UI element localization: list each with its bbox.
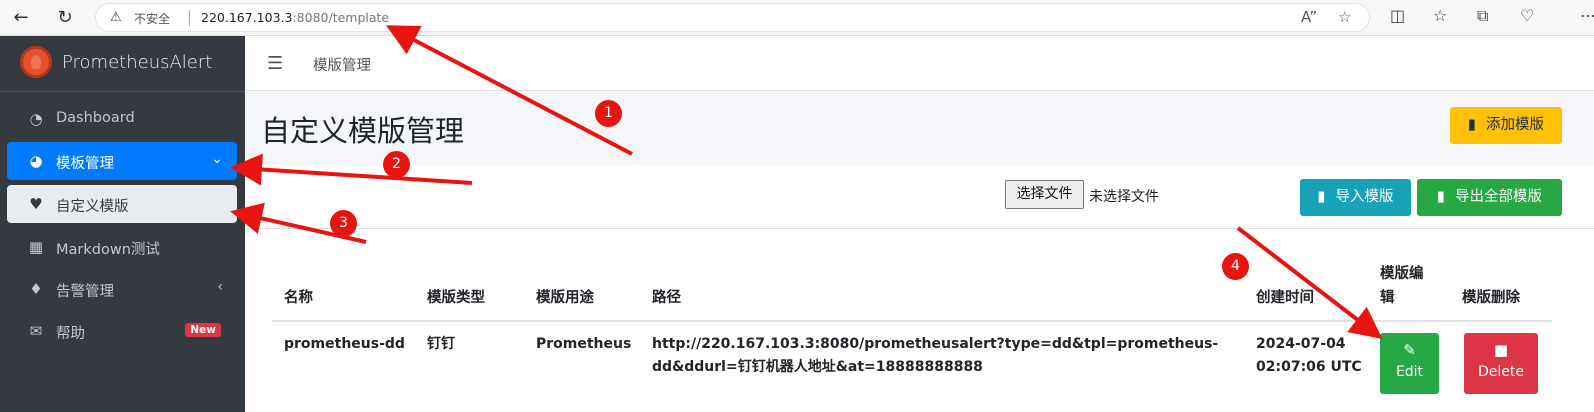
file-icon: ▮ — [1437, 189, 1445, 205]
column-header-usage: 模版用途 — [536, 290, 594, 306]
url-text[interactable]: 220.167.103.3:8080/template — [201, 10, 389, 25]
read-aloud-icon[interactable]: A” — [1301, 8, 1317, 26]
column-header-path: 路径 — [652, 290, 681, 306]
page-title: 自定义模版管理 — [261, 114, 465, 148]
chevron-down-icon: ⌄ — [211, 151, 223, 167]
reload-icon[interactable]: ↻ — [54, 7, 76, 29]
prometheus-logo-icon — [20, 46, 52, 78]
edit-label: Edit — [1395, 364, 1424, 380]
column-header-name: 名称 — [284, 290, 313, 306]
sidebar-item-markdown-test[interactable]: ▦ Markdown测试 — [7, 228, 237, 266]
cell-type: 钉钉 — [427, 336, 455, 352]
browser-toolbar: ← ↻ ⚠ 不安全 220.167.103.3:8080/template A”… — [0, 0, 1594, 36]
trash-icon: ■ — [1493, 341, 1509, 359]
tachometer-icon: ◔ — [29, 110, 43, 128]
cell-path-line2: dd&ddurl=钉钉机器人地址&at=18888888888 — [652, 359, 983, 375]
chevron-left-icon: ‹ — [217, 279, 223, 295]
choose-file-button[interactable]: 选择文件 — [1005, 180, 1084, 209]
heart-icon: ♥ — [29, 195, 43, 213]
sidebar-item-dashboard[interactable]: ◔ Dashboard — [7, 100, 237, 138]
warning-icon: ⚠ — [110, 10, 122, 25]
insecure-label: 不安全 — [134, 12, 171, 26]
header-divider — [272, 320, 1552, 322]
sidebar-item-label: 帮助 — [56, 326, 85, 342]
column-header-edit-cont: 辑 — [1380, 290, 1395, 306]
favorite-star-icon[interactable]: ☆ — [1338, 8, 1351, 26]
file-status-text: 未选择文件 — [1089, 189, 1159, 205]
sidebar-item-label: Markdown测试 — [56, 242, 160, 258]
breadcrumb[interactable]: 模版管理 — [313, 54, 371, 75]
delete-label: Delete — [1478, 364, 1524, 380]
brand-link[interactable]: PrometheusAlert — [0, 36, 245, 92]
edit-icon: ✎ — [1403, 341, 1416, 359]
cell-created-date: 2024-07-04 — [1256, 336, 1346, 352]
url-host: 220.167.103.3 — [201, 10, 293, 25]
cell-created-time: 02:07:06 UTC — [1256, 359, 1362, 375]
split-screen-icon[interactable]: ◫ — [1390, 6, 1405, 25]
sidebar: PrometheusAlert ◔ Dashboard ◕ 模板管理 ⌄ ♥ 自… — [0, 36, 245, 412]
back-icon[interactable]: ← — [10, 7, 32, 29]
column-header-delete: 模版删除 — [1462, 290, 1520, 306]
new-badge: New — [185, 323, 221, 337]
sidebar-item-help[interactable]: ✉ 帮助 New — [7, 312, 237, 350]
image-icon: ▦ — [28, 238, 44, 256]
sidebar-item-label: 自定义模版 — [56, 199, 129, 215]
pie-chart-icon: ◕ — [29, 152, 43, 170]
column-header-created: 创建时间 — [1256, 290, 1314, 306]
top-navbar: ☰ 模版管理 — [245, 36, 1594, 91]
export-all-label: 导出全部模版 — [1454, 189, 1542, 205]
sidebar-item-label: 告警管理 — [56, 284, 114, 300]
sidebar-item-label: Dashboard — [56, 110, 135, 126]
browser-essentials-icon[interactable]: ♡ — [1520, 6, 1534, 25]
column-header-type: 模版类型 — [427, 290, 485, 306]
bell-icon: ♦ — [29, 280, 43, 298]
cell-path-line1: http://220.167.103.3:8080/prometheusaler… — [652, 336, 1219, 352]
template-table: 名称 模版类型 模版用途 路径 创建时间 模版编 辑 模版删除 promethe… — [272, 229, 1552, 412]
address-bar[interactable]: ⚠ 不安全 220.167.103.3:8080/template A” ☆ — [95, 3, 1370, 32]
more-icon[interactable]: ⋯ — [1580, 6, 1594, 25]
edit-button[interactable]: ✎ Edit — [1380, 333, 1439, 394]
annotation-number: 1 — [595, 100, 622, 127]
annotation-number: 4 — [1222, 253, 1249, 280]
annotation-number: 3 — [330, 210, 357, 237]
add-template-label: 添加模版 — [1485, 117, 1544, 133]
sidebar-item-custom-template[interactable]: ♥ 自定义模版 — [7, 185, 237, 223]
cell-usage: Prometheus — [536, 336, 632, 352]
sidebar-item-alert-management[interactable]: ♦ 告警管理 ‹ — [7, 270, 237, 308]
import-export-toolbar: 选择文件 未选择文件 ▮ 导入模版 ▮ 导出全部模版 — [245, 165, 1594, 229]
collections-icon[interactable]: ⧉ — [1477, 6, 1488, 26]
sidebar-item-template-management[interactable]: ◕ 模板管理 ⌄ — [7, 142, 237, 180]
sidebar-item-label: 模板管理 — [56, 156, 114, 172]
url-path: :8080/template — [292, 10, 390, 25]
brand-text: PrometheusAlert — [62, 52, 213, 73]
delete-button[interactable]: ■ Delete — [1464, 333, 1538, 394]
file-icon: ▮ — [1317, 189, 1326, 205]
annotation-number: 2 — [383, 151, 410, 178]
import-template-label: 导入模版 — [1335, 189, 1394, 205]
column-header-edit: 模版编 — [1380, 266, 1424, 282]
favorites-icon[interactable]: ☆ — [1433, 6, 1447, 25]
cell-name: prometheus-dd — [284, 336, 405, 352]
export-all-templates-button[interactable]: ▮ 导出全部模版 — [1417, 179, 1562, 216]
divider — [189, 10, 190, 26]
import-template-button[interactable]: ▮ 导入模版 — [1300, 179, 1411, 216]
envelope-icon: ✉ — [29, 322, 43, 340]
menu-toggle-icon[interactable]: ☰ — [267, 53, 283, 74]
file-icon: ▮ — [1468, 117, 1476, 133]
content-header: 自定义模版管理 ▮ 添加模版 — [245, 91, 1594, 165]
add-template-button[interactable]: ▮ 添加模版 — [1450, 107, 1562, 144]
